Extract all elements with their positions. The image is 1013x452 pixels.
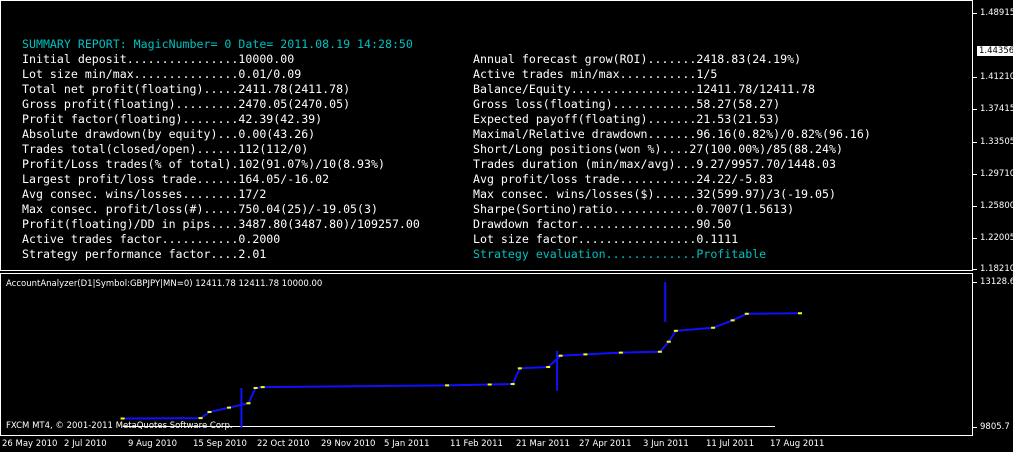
indicator-axis-min: 9805.7 [980, 422, 1010, 432]
current-price-marker: 1.44356 [977, 46, 1013, 56]
time-axis-label: 2 Jul 2010 [64, 439, 107, 449]
price-label: 1.37415 [980, 104, 1013, 114]
report-right-value: Sharpe(Sortino)ratio............0.7007(1… [473, 202, 795, 216]
report-row: Absolute drawdown(by equity)...0.00(43.2… [22, 127, 982, 142]
time-axis-label: 9 Aug 2010 [128, 439, 178, 449]
report-right-value: Maximal/Relative drawdown.......96.16(0.… [473, 127, 871, 141]
price-label: 1.22005 [980, 233, 1013, 243]
report-row: Total net profit(floating).....2411.78(2… [22, 82, 982, 97]
report-row: Lot size min/max...............0.01/0.09… [22, 67, 982, 82]
time-axis-label: 11 Jul 2011 [706, 439, 755, 449]
report-row: Gross profit(floating).........2470.05(2… [22, 97, 982, 112]
report-right-value: Active trades min/max...........1/5 [473, 67, 718, 81]
price-label: 1.33505 [980, 137, 1013, 147]
report-right-value: Short/Long positions(won %)....27(100.00… [473, 142, 843, 156]
price-label: 1.29710 [980, 169, 1013, 179]
equity-chart [120, 282, 802, 428]
report-right-value: Strategy evaluation.............Profitab… [473, 247, 767, 261]
time-axis-label: 21 Mar 2011 [516, 439, 570, 449]
report-row: Avg consec. wins/losses........17/2 Max c… [22, 187, 982, 202]
report-row: Profit/Loss trades(% of total).102(91.07… [22, 157, 982, 172]
report-row: Profit(floating)/DD in pips....3487.80(3… [22, 217, 982, 232]
report-left-value: Profit factor(floating)........42.39(42.… [22, 112, 323, 126]
report-left-value: Initial deposit................10000.00 [22, 52, 295, 66]
report-right-value: Avg profit/loss trade...........24.22/-5… [473, 172, 774, 186]
price-label: 1.41210 [980, 72, 1013, 82]
report-right-value: Annual forecast grow(ROI).......2418.83(… [473, 52, 802, 66]
indicator-axis-max: 13128.6 [980, 277, 1013, 287]
report-right-value: Gross loss(floating)............58.27(58… [473, 97, 781, 111]
report-left-value: Active trades factor...........0.2000 [22, 232, 281, 246]
time-axis-label: 22 Oct 2010 [257, 439, 310, 449]
report-left-value: Profit/Loss trades(% of total).102(91.07… [22, 157, 385, 171]
price-label: 1.25800 [980, 201, 1013, 211]
report-left-value: Largest profit/loss trade......164.05/-1… [22, 172, 330, 186]
time-axis-label: 26 May 2010 [2, 439, 58, 449]
time-axis-label: 11 Feb 2011 [450, 439, 503, 449]
report-right-value: Max consec. wins/losses($)......32(599.9… [473, 187, 836, 201]
report-right-value: Lot size factor.................0.1111 [473, 232, 739, 246]
time-axis-label: 5 Jan 2011 [384, 439, 430, 449]
report-row: Strategy performance factor....2.01 Strat… [22, 247, 982, 262]
copyright-text: FXCM MT4, © 2001-2011 MetaQuotes Softwar… [6, 421, 233, 431]
report-left-value: Profit(floating)/DD in pips....3487.80(3… [22, 217, 420, 231]
report-row: Initial deposit................10000.00 A… [22, 52, 982, 67]
report-left-value: Lot size min/max...............0.01/0.09 [22, 67, 302, 81]
price-label: 1.48915 [980, 8, 1013, 18]
report-row: Trades total(closed/open)......112(112/0… [22, 142, 982, 157]
report-right-value: Drawdown factor.................90.50 [473, 217, 732, 231]
time-axis-label: 29 Nov 2010 [321, 439, 376, 449]
report-left-value: Gross profit(floating).........2470.05(2… [22, 97, 351, 111]
report-left-value: Trades total(closed/open)......112(112/0… [22, 142, 309, 156]
report-left-value: Avg consec. wins/losses........17/2 [22, 187, 267, 201]
report-left-value: Max consec. profit/loss(#).....750.04(25… [22, 202, 378, 216]
report-left-value: Absolute drawdown(by equity)...0.00(43.2… [22, 127, 316, 141]
report-row: Largest profit/loss trade......164.05/-1… [22, 172, 982, 187]
report-right-value: Balance/Equity..................12411.78… [473, 82, 816, 96]
summary-report: SUMMARY REPORT: MagicNumber= 0 Date= 201… [22, 37, 982, 262]
indicator-axis: 13128.6 9805.7 [973, 273, 1013, 436]
report-left-value: Strategy performance factor....2.01 [22, 247, 267, 261]
report-row: Max consec. profit/loss(#).....750.04(25… [22, 202, 982, 217]
time-axis-label: 15 Sep 2010 [193, 439, 247, 449]
report-title: SUMMARY REPORT: MagicNumber= 0 Date= 201… [22, 37, 413, 51]
report-right-value: Trades duration (min/max/avg)...9.27/995… [473, 157, 836, 171]
report-row: Active trades factor...........0.2000 Lot… [22, 232, 982, 247]
report-right-value: Expected payoff(floating).......21.53(21… [473, 112, 781, 126]
time-axis-label: 3 Jun 2011 [643, 439, 689, 449]
equity-line [122, 312, 801, 420]
time-axis: 26 May 2010 2 Jul 2010 9 Aug 2010 15 Sep 20… [0, 437, 973, 452]
time-axis-label: 27 Apr 2011 [579, 439, 632, 449]
report-left-value: Total net profit(floating).....2411.78(2… [22, 82, 351, 96]
report-row: Profit factor(floating)........42.39(42.… [22, 112, 982, 127]
time-axis-label: 17 Aug 2011 [770, 439, 825, 449]
